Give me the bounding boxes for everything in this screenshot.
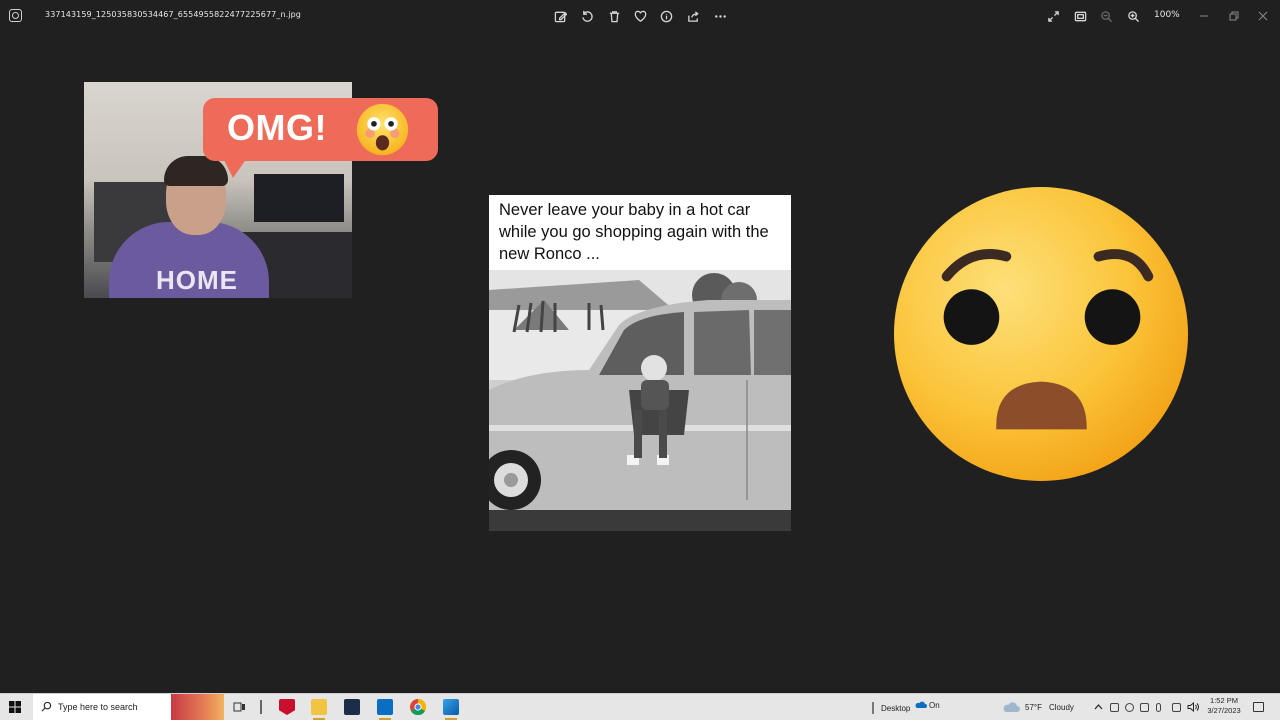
onedrive-status[interactable]: On bbox=[929, 701, 940, 710]
system-clock[interactable]: 1:52 PM 3/27/2023 bbox=[1203, 696, 1245, 716]
volume-icon[interactable] bbox=[1187, 702, 1199, 712]
meet-now-icon[interactable] bbox=[1110, 703, 1119, 712]
weather-condition[interactable]: Cloudy bbox=[1049, 703, 1074, 712]
restore-icon[interactable] bbox=[1229, 6, 1241, 21]
info-icon[interactable] bbox=[658, 8, 674, 24]
search-icon bbox=[41, 701, 52, 712]
rotate-icon[interactable] bbox=[579, 8, 595, 24]
omg-speech-bubble: OMG! bbox=[203, 98, 438, 178]
photos-app-icon bbox=[9, 9, 22, 22]
search-placeholder: Type here to search bbox=[58, 702, 138, 712]
taskbar-search[interactable]: Type here to search bbox=[33, 694, 172, 720]
windows-start-icon[interactable] bbox=[9, 701, 21, 713]
widgets-divider-icon[interactable] bbox=[260, 700, 262, 714]
title-bar: 337143159_125035830534467_65549558224772… bbox=[0, 0, 1280, 32]
chrome-app-icon[interactable] bbox=[410, 699, 426, 715]
zoom-in-icon[interactable] bbox=[1125, 8, 1141, 24]
background-monitor bbox=[254, 174, 344, 222]
share-icon[interactable] bbox=[685, 8, 701, 24]
photos-taskbar-icon[interactable] bbox=[443, 699, 459, 720]
zoom-out-icon[interactable] bbox=[1098, 8, 1114, 24]
worried-face-emoji-icon bbox=[893, 186, 1189, 482]
onedrive-tray-icon[interactable] bbox=[1125, 703, 1134, 712]
fit-to-window-icon[interactable] bbox=[1072, 8, 1088, 24]
windows-taskbar: Type here to search Desktop On 57°F Clou… bbox=[0, 693, 1280, 720]
task-view-icon[interactable] bbox=[233, 701, 246, 713]
favorite-icon[interactable] bbox=[632, 8, 648, 24]
camera-tray-icon[interactable] bbox=[1140, 703, 1149, 712]
close-icon[interactable] bbox=[1258, 6, 1270, 21]
fullscreen-icon[interactable] bbox=[1045, 8, 1061, 24]
cloudy-weather-icon[interactable] bbox=[1003, 702, 1021, 713]
search-highlight-art[interactable] bbox=[171, 694, 224, 720]
microphone-icon[interactable] bbox=[1156, 703, 1161, 712]
desktop-toolbar-label[interactable]: Desktop bbox=[881, 704, 910, 713]
shirt-print: HOME bbox=[156, 265, 238, 295]
meme-image: Never leave your baby in a hot car while… bbox=[489, 195, 791, 531]
tray-divider bbox=[872, 702, 874, 714]
minimize-icon[interactable] bbox=[1199, 6, 1211, 18]
file-name: 337143159_125035830534467_65549558224772… bbox=[45, 10, 301, 19]
zoom-level[interactable]: 100% bbox=[1154, 10, 1180, 20]
delete-icon[interactable] bbox=[606, 8, 622, 24]
onedrive-icon[interactable] bbox=[915, 701, 927, 709]
movie-player-app-icon[interactable] bbox=[377, 699, 393, 720]
vintage-car-photo bbox=[489, 270, 791, 531]
clock-time: 1:52 PM bbox=[1210, 696, 1238, 705]
network-icon[interactable] bbox=[1172, 703, 1181, 712]
notification-center-icon[interactable] bbox=[1253, 702, 1264, 712]
shocked-face-emoji-icon bbox=[356, 103, 409, 156]
meme-caption: Never leave your baby in a hot car while… bbox=[499, 201, 769, 263]
clock-date: 3/27/2023 bbox=[1207, 706, 1241, 715]
mcafee-app-icon[interactable] bbox=[279, 699, 295, 715]
more-icon[interactable] bbox=[712, 8, 728, 24]
bubble-text: OMG! bbox=[227, 107, 327, 148]
media-app-icon[interactable] bbox=[344, 699, 360, 715]
file-explorer-app-icon[interactable] bbox=[311, 699, 327, 720]
edit-image-icon[interactable] bbox=[552, 8, 568, 24]
weather-temperature[interactable]: 57°F bbox=[1025, 703, 1042, 712]
chevron-up-icon[interactable] bbox=[1094, 703, 1103, 710]
